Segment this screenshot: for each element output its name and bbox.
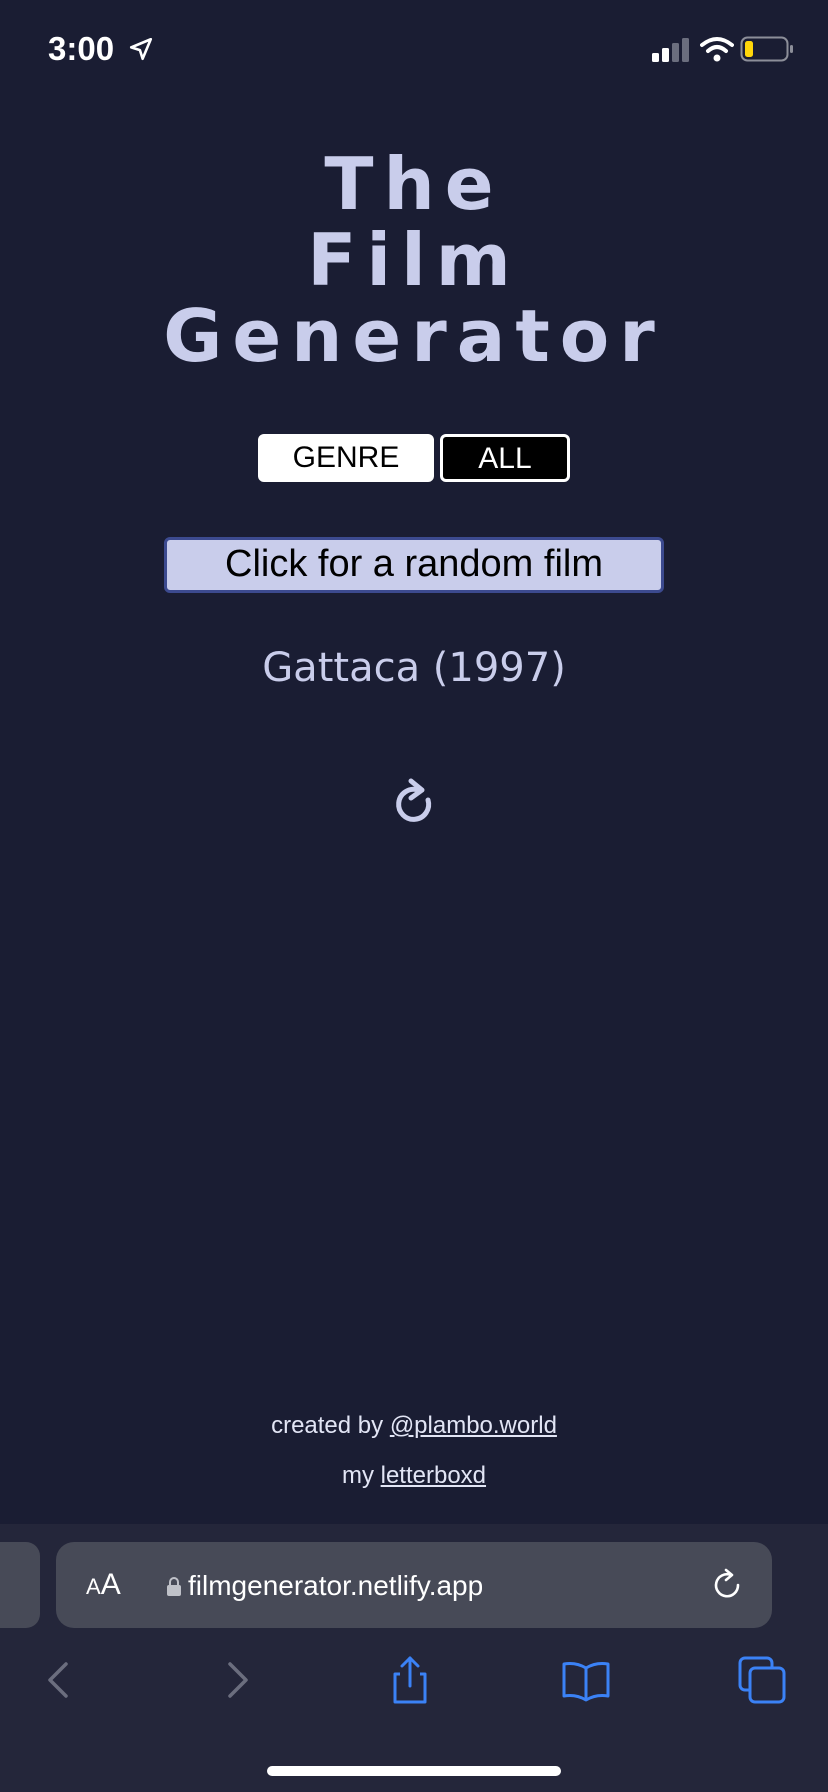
refresh-icon[interactable]: [388, 778, 440, 830]
url-text[interactable]: filmgenerator.netlify.app: [188, 1570, 483, 1602]
reload-icon[interactable]: [710, 1568, 744, 1602]
letterboxd-link[interactable]: letterboxd: [381, 1462, 486, 1489]
location-arrow-icon: [129, 37, 153, 61]
reader-settings-button[interactable]: AA: [86, 1568, 121, 1602]
previous-tab-preview[interactable]: [0, 1542, 40, 1628]
wifi-icon: [700, 37, 734, 62]
battery-icon: [740, 36, 793, 62]
plambo-world-link[interactable]: @plambo.world: [390, 1412, 557, 1439]
back-icon[interactable]: [34, 1654, 86, 1706]
created-by-prefix: created by: [271, 1412, 390, 1439]
title-line: Generator: [163, 294, 665, 378]
page-title: The Film Generator: [0, 146, 828, 374]
my-prefix: my: [341, 1462, 381, 1489]
share-icon[interactable]: [384, 1654, 436, 1706]
random-film-button[interactable]: Click for a random film: [164, 537, 664, 593]
status-time: 3:00: [48, 30, 115, 67]
all-toggle-button[interactable]: ALL: [440, 434, 570, 482]
home-indicator: [267, 1766, 561, 1776]
letterboxd-line: my letterboxd: [0, 1462, 828, 1490]
tabs-icon[interactable]: [736, 1654, 788, 1706]
film-result: Gattaca (1997): [262, 645, 566, 691]
aa-small: A: [86, 1574, 101, 1599]
bookmarks-icon[interactable]: [560, 1654, 612, 1706]
title-line: The: [324, 142, 504, 226]
status-bar: 3:00: [0, 0, 828, 100]
created-by-line: created by @plambo.world: [0, 1412, 828, 1440]
genre-toggle-button[interactable]: GENRE: [258, 434, 434, 482]
cellular-signal-icon: [652, 38, 689, 62]
aa-large: A: [100, 1568, 121, 1601]
lock-icon: [167, 1577, 181, 1596]
title-line: Film: [307, 218, 521, 302]
forward-icon[interactable]: [210, 1654, 262, 1706]
